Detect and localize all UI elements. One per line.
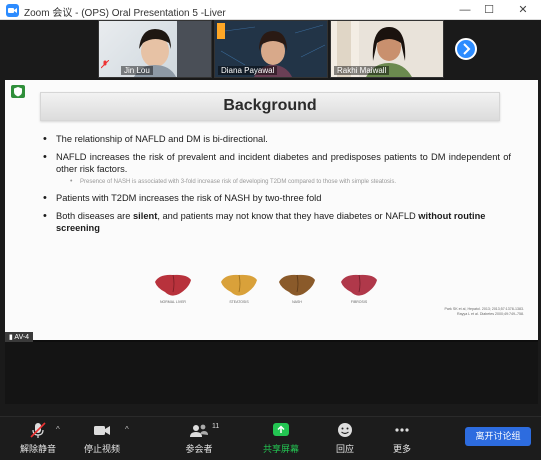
reactions-button[interactable]: 回应 (315, 421, 375, 455)
bullet-dot-icon: • (70, 178, 73, 185)
slide-title-bar: Background (40, 92, 500, 121)
more-dots-icon (395, 428, 409, 432)
bullet-text-part: , and patients may not know that they ha… (157, 211, 419, 221)
video-camera-icon (94, 426, 110, 435)
participant-name: Diana Payawal (218, 66, 278, 75)
participants-icon (190, 424, 208, 437)
video-options-caret-icon[interactable]: ^ (125, 425, 129, 434)
mic-muted-icon (100, 56, 110, 74)
zoom-app-icon (6, 4, 19, 17)
signal-bars-icon: ▮ (9, 334, 13, 341)
liver-label: STEATOSIS (229, 300, 249, 304)
emoji-smile-icon (338, 423, 352, 437)
bullet-item: • The relationship of NAFLD and DM is bi… (41, 133, 511, 145)
mic-muted-icon (30, 422, 46, 438)
bullet-dot-icon: • (43, 133, 47, 145)
leave-breakout-button[interactable]: 离开讨论组 (465, 427, 531, 446)
bullet-dot-icon: • (43, 210, 47, 222)
unmute-label: 解除静音 (19, 444, 56, 454)
reference-line: Rayya L et al. Diabetes 2000;49:749–758. (457, 312, 524, 316)
stop-video-label: 停止视频 (83, 444, 120, 454)
bullet-dot-icon: • (43, 151, 47, 163)
bullet-item: • Patients with T2DM increases the risk … (41, 192, 511, 204)
participants-count: 11 (212, 423, 220, 430)
slide-bullets: • The relationship of NAFLD and DM is bi… (41, 133, 511, 240)
bullet-dot-icon: • (43, 192, 47, 204)
slide-references: Park SK et al, Hepatol. 2013; 2013;57:13… (444, 307, 524, 317)
bullet-text: NAFLD increases the risk of prevalent an… (56, 152, 511, 174)
window-title: Zoom 会议 - (OPS) Oral Presentation 5 -Liv… (24, 8, 226, 19)
slide-title: Background (223, 97, 317, 114)
chevron-right-icon (463, 43, 471, 55)
video-gallery: Jin Lou Diana Payawal Rakhi Maiwall (0, 20, 541, 80)
fibrosis-liver-image (341, 274, 377, 296)
sub-bullet-item: • Presence of NASH is associated with 3-… (56, 178, 511, 186)
minimize-button[interactable]: — (454, 1, 476, 19)
window-titlebar: Zoom 会议 - (OPS) Oral Presentation 5 -Liv… (0, 0, 541, 20)
share-screen-icon (273, 423, 289, 436)
reactions-label: 回应 (335, 444, 354, 454)
steatosis-liver-image (221, 274, 257, 296)
share-screen-button[interactable]: 共享屏幕 (251, 421, 311, 455)
more-button[interactable]: 更多 (372, 421, 432, 455)
nash-liver-image (279, 274, 315, 296)
bullet-text-part: Both diseases are (56, 211, 134, 221)
liver-label: NASH (292, 300, 302, 304)
participant-tile-rakhi-maiwall[interactable]: Rakhi Maiwall (330, 20, 444, 78)
bullet-bold-text: silent (133, 211, 158, 221)
participant-video (134, 21, 211, 77)
security-shield-icon[interactable] (11, 85, 25, 98)
shared-screen: Background • The relationship of NAFLD a… (5, 80, 538, 343)
participant-tile-jin-lou[interactable]: Jin Lou (98, 20, 212, 78)
close-button[interactable]: ✕ (512, 1, 534, 19)
participants-button[interactable]: 参会者 (169, 421, 229, 455)
presentation-slide: Background • The relationship of NAFLD a… (5, 80, 538, 343)
participant-name: Rakhi Maiwall (334, 66, 390, 75)
liver-label: FIBROSIS (350, 300, 368, 304)
participants-label: 参会者 (185, 444, 213, 454)
participant-name: Jin Lou (121, 66, 153, 75)
normal-liver-image (155, 274, 191, 296)
audio-options-caret-icon[interactable]: ^ (56, 425, 60, 434)
liver-label: NORMAL LIVER (160, 300, 186, 304)
share-screen-label: 共享屏幕 (262, 444, 299, 454)
gallery-next-button[interactable] (455, 38, 477, 60)
maximize-button[interactable]: ☐ (478, 1, 500, 19)
bullet-text: The relationship of NAFLD and DM is bi-d… (56, 134, 268, 144)
stop-video-button[interactable]: 停止视频 (72, 421, 132, 455)
bullet-item: • Both diseases are silent, and patients… (41, 210, 511, 234)
share-background (5, 342, 538, 404)
bullet-text: Patients with T2DM increases the risk of… (56, 193, 322, 203)
sub-bullet-text: Presence of NASH is associated with 3-fo… (80, 179, 397, 185)
bullet-item: • NAFLD increases the risk of prevalent … (41, 151, 511, 186)
more-label: 更多 (392, 444, 411, 454)
share-source-text: AV-4 (14, 334, 30, 341)
participant-tile-diana-payawal[interactable]: Diana Payawal (214, 20, 328, 78)
meeting-toolbar: 解除静音 ^ 停止视频 ^ 参会者 11 共享屏幕 回应 更多 离开讨论组 (0, 416, 541, 460)
